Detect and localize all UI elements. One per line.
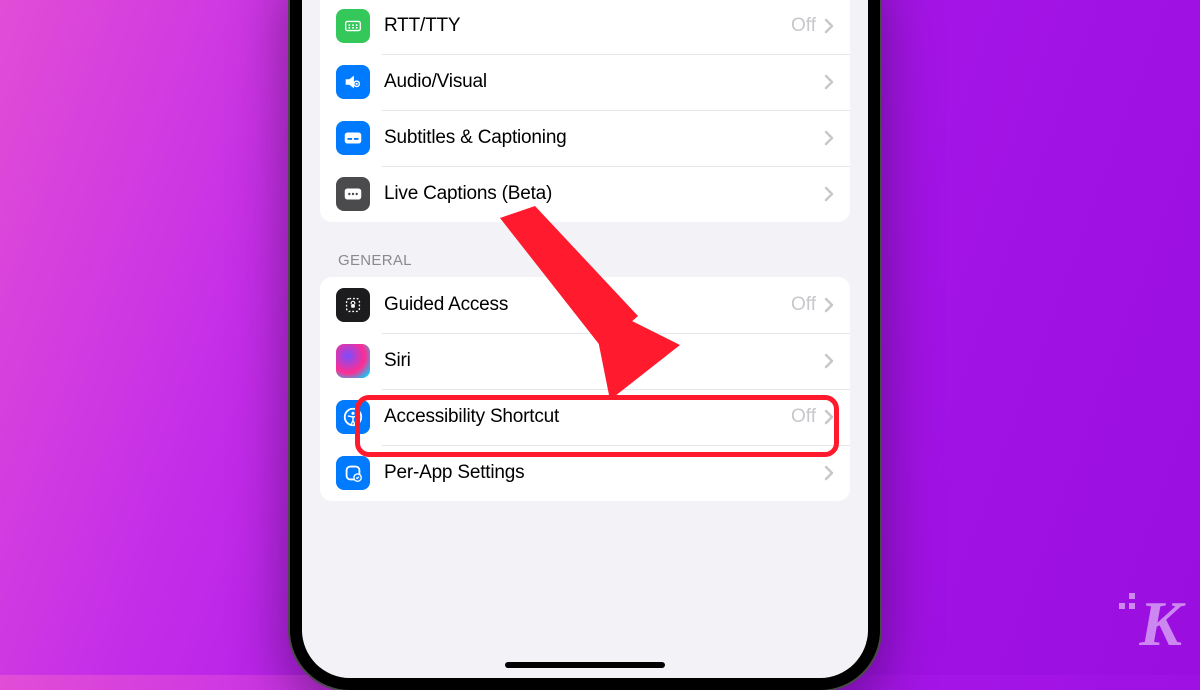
- row-label: Siri: [384, 350, 824, 372]
- row-siri[interactable]: Siri: [320, 333, 850, 389]
- chevron-right-icon: [824, 297, 834, 313]
- live-captions-icon: [336, 177, 370, 211]
- row-live-captions[interactable]: Live Captions (Beta): [320, 166, 850, 222]
- guided-access-icon: [336, 288, 370, 322]
- row-value: Off: [791, 406, 816, 428]
- row-rtt-tty[interactable]: RTT/TTY Off: [320, 0, 850, 54]
- rtt-tty-icon: [336, 9, 370, 43]
- siri-icon: [336, 344, 370, 378]
- row-label: Per-App Settings: [384, 462, 824, 484]
- brand-logo: K: [1139, 587, 1178, 661]
- section-header-general: GENERAL: [338, 252, 832, 269]
- chevron-right-icon: [824, 353, 834, 369]
- row-label: Live Captions (Beta): [384, 183, 824, 205]
- home-indicator: [505, 662, 665, 668]
- row-label: Guided Access: [384, 294, 791, 316]
- row-label: Audio/Visual: [384, 71, 824, 93]
- accessibility-icon: [336, 400, 370, 434]
- settings-group-general: Guided Access Off Siri Accessibility Sho…: [320, 277, 850, 501]
- row-value: Off: [791, 294, 816, 316]
- row-label: RTT/TTY: [384, 15, 791, 37]
- row-label: Accessibility Shortcut: [384, 406, 791, 428]
- row-accessibility-shortcut[interactable]: Accessibility Shortcut Off: [320, 389, 850, 445]
- logo-dots-icon: [1119, 593, 1139, 613]
- row-subtitles[interactable]: Subtitles & Captioning: [320, 110, 850, 166]
- logo-letter: K: [1139, 588, 1178, 659]
- row-value: Off: [791, 15, 816, 37]
- chevron-right-icon: [824, 130, 834, 146]
- chevron-right-icon: [824, 18, 834, 34]
- chevron-right-icon: [824, 186, 834, 202]
- chevron-right-icon: [824, 74, 834, 90]
- row-per-app-settings[interactable]: Per-App Settings: [320, 445, 850, 501]
- row-guided-access[interactable]: Guided Access Off: [320, 277, 850, 333]
- chevron-right-icon: [824, 409, 834, 425]
- phone-screen: Sound Recognition Off RTT/TTY Off Audio/…: [302, 0, 868, 678]
- chevron-right-icon: [824, 465, 834, 481]
- row-audio-visual[interactable]: Audio/Visual: [320, 54, 850, 110]
- subtitles-icon: [336, 121, 370, 155]
- row-label: Subtitles & Captioning: [384, 127, 824, 149]
- audio-visual-icon: [336, 65, 370, 99]
- settings-group-hearing: Sound Recognition Off RTT/TTY Off Audio/…: [320, 0, 850, 222]
- per-app-icon: [336, 456, 370, 490]
- phone-frame: Sound Recognition Off RTT/TTY Off Audio/…: [290, 0, 880, 690]
